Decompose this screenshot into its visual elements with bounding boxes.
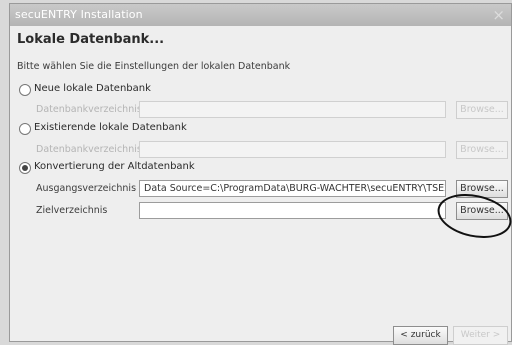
new-db-directory-label: Datenbankverzeichnis [36, 104, 142, 115]
new-db-directory-input[interactable] [139, 101, 446, 118]
existing-db-directory-input[interactable] [139, 141, 446, 158]
title-bar[interactable]: secuENTRY Installation × [10, 4, 511, 26]
back-button[interactable]: < zurück [393, 326, 448, 345]
radio-convert-old-database[interactable] [19, 162, 31, 174]
radio-new-database[interactable] [19, 84, 31, 96]
radio-existing-database[interactable] [19, 123, 31, 135]
instruction-text: Bitte wählen Sie die Einstellungen der l… [17, 61, 291, 72]
radio-label-new-database[interactable]: Neue lokale Datenbank [34, 83, 151, 94]
window-title: secuENTRY Installation [15, 8, 143, 21]
source-directory-input[interactable]: Data Source=C:\ProgramData\BURG-WACHTER\… [139, 180, 446, 197]
new-db-browse-button[interactable]: Browse... [456, 101, 508, 119]
radio-label-convert-old-database[interactable]: Konvertierung der Altdatenbank [34, 161, 195, 172]
existing-db-directory-label: Datenbankverzeichnis [36, 144, 142, 155]
installer-window: secuENTRY Installation × Lokale Datenban… [9, 3, 512, 345]
target-directory-label: Zielverzeichnis [36, 205, 108, 216]
target-directory-input[interactable] [139, 202, 446, 219]
radio-label-existing-database[interactable]: Existierende lokale Datenbank [34, 122, 187, 133]
existing-db-browse-button[interactable]: Browse... [456, 141, 508, 159]
page-title: Lokale Datenbank... [17, 32, 165, 47]
source-directory-label: Ausgangsverzeichnis [36, 183, 137, 194]
next-button[interactable]: Weiter > [453, 326, 508, 345]
close-icon[interactable]: × [492, 5, 505, 25]
